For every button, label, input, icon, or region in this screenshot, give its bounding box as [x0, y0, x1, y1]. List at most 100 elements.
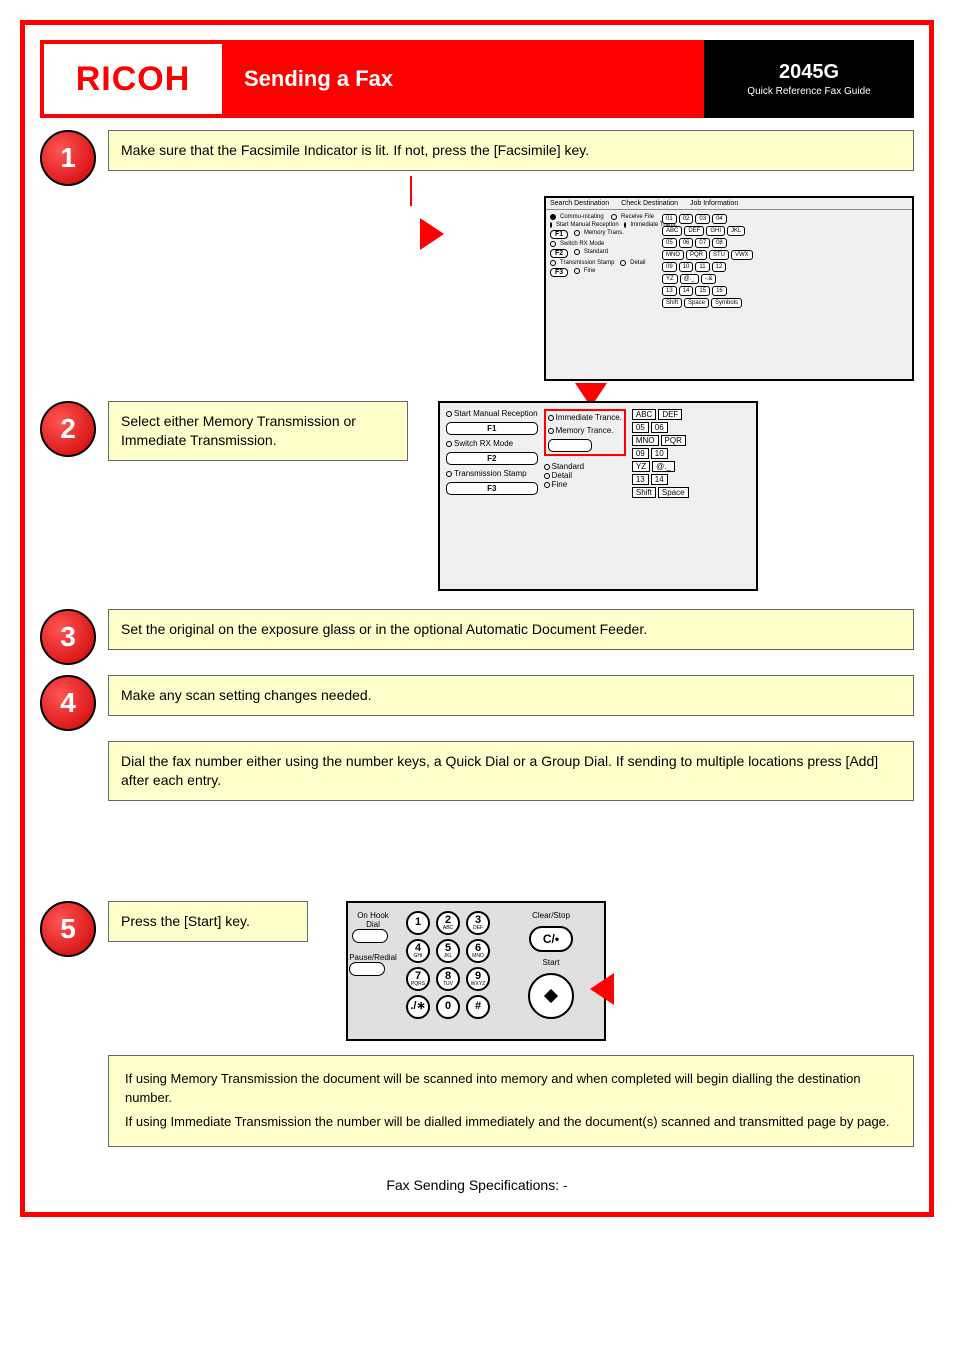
- arrow-left-icon: [590, 973, 614, 1005]
- step-5-row: 5 Press the [Start] key. On Hook Dial Pa…: [40, 901, 914, 1041]
- spec-heading: Fax Sending Specifications: -: [40, 1177, 914, 1197]
- memory-trans-label: Memory Trans.: [584, 230, 624, 239]
- start-label: Start: [543, 958, 560, 967]
- model-number: 2045G: [779, 61, 839, 84]
- numkey-9[interactable]: 9WXYZ: [466, 967, 490, 991]
- brand-logo: RICOH: [40, 40, 226, 118]
- tab-ghi[interactable]: GHI: [706, 226, 725, 236]
- detail-label2[interactable]: Detail: [552, 471, 572, 480]
- numkey-8[interactable]: 8TUV: [436, 967, 460, 991]
- receive-file-label: Receive File: [621, 214, 654, 220]
- job-info-label: Job Information: [690, 200, 738, 207]
- page-frame: RICOH Sending a Fax 2045G Quick Referenc…: [20, 20, 934, 1217]
- numkey-4[interactable]: 4GHI: [406, 939, 430, 963]
- f3-key2[interactable]: F3: [446, 482, 538, 495]
- step-3-row: 3 Set the original on the exposure glass…: [40, 609, 914, 665]
- pause-button[interactable]: [349, 962, 385, 976]
- tab-yz2[interactable]: YZ: [632, 461, 650, 472]
- step-5-text: Press the [Start] key.: [108, 901, 308, 942]
- numkey-6[interactable]: 6MNO: [466, 939, 490, 963]
- tab-jkl[interactable]: JKL: [727, 226, 745, 236]
- detail-label: Detail: [630, 260, 645, 266]
- trans-mode-highlight: Immediate Trance. Memory Trance.: [544, 409, 626, 456]
- tab-abc2[interactable]: ABC: [632, 409, 656, 420]
- tab-at2[interactable]: @._: [652, 461, 675, 472]
- screenshot-1-row: Search Destination Check Destination Job…: [40, 196, 914, 381]
- onhook-button[interactable]: [352, 929, 388, 943]
- fax-trans-mode-screen: Start Manual Reception F1 Switch RX Mode…: [438, 401, 758, 591]
- fax-main-screen: Search Destination Check Destination Job…: [544, 196, 914, 381]
- step-2-row: 2 Select either Memory Transmission or I…: [40, 401, 914, 591]
- step-4-text: Make any scan setting changes needed.: [108, 675, 914, 716]
- communicating-label: Commu-nicating: [560, 214, 604, 220]
- numkey-2[interactable]: 2ABC: [436, 911, 460, 935]
- f1-key2[interactable]: F1: [446, 422, 538, 435]
- step-4a-row: Dial the fax number either using the num…: [40, 741, 914, 801]
- header: RICOH Sending a Fax 2045G Quick Referenc…: [40, 40, 914, 118]
- tab-mno[interactable]: MNO: [662, 250, 684, 260]
- numkey-hash[interactable]: #: [466, 995, 490, 1019]
- space-key[interactable]: Space: [684, 298, 709, 308]
- space-key2[interactable]: Space: [658, 487, 689, 498]
- f2-key2[interactable]: F2: [446, 452, 538, 465]
- step-4-row: 4 Make any scan setting changes needed.: [40, 675, 914, 731]
- brand-text: RICOH: [76, 60, 191, 99]
- onhook-label: On Hook Dial: [352, 911, 394, 929]
- pause-label: Pause/Redial: [349, 953, 397, 962]
- model-box: 2045G Quick Reference Fax Guide: [704, 40, 914, 118]
- fine-label: Fine: [584, 268, 596, 277]
- fine-label2[interactable]: Fine: [552, 480, 568, 489]
- step-5-number: 5: [40, 901, 96, 957]
- shift-key[interactable]: Shift: [662, 298, 682, 308]
- step-1-number: 1: [40, 130, 96, 186]
- numkey-1[interactable]: 1: [406, 911, 430, 935]
- start-manual-label: Start Manual Reception: [556, 222, 619, 228]
- clear-button[interactable]: C/•: [529, 926, 573, 952]
- switch-rx-label2: Switch RX Mode: [454, 439, 513, 448]
- symbols-key[interactable]: Symbols: [711, 298, 742, 308]
- tab-stu[interactable]: STU: [709, 250, 729, 260]
- f3-key[interactable]: F3: [550, 268, 568, 277]
- tab-at[interactable]: @._: [680, 274, 699, 284]
- clear-label: Clear/Stop: [532, 911, 570, 920]
- shift-key2[interactable]: Shift: [632, 487, 656, 498]
- tab-yz[interactable]: YZ: [662, 274, 678, 284]
- immediate-trance-label[interactable]: Immediate Trance.: [556, 413, 622, 422]
- title-bar: Sending a Fax: [226, 40, 704, 118]
- numkey-5[interactable]: 5JKL: [436, 939, 460, 963]
- start-button[interactable]: [528, 973, 574, 1019]
- note-line-1: If using Memory Transmission the documen…: [125, 1070, 897, 1108]
- step-2-text: Select either Memory Transmission or Imm…: [108, 401, 408, 461]
- numkey-0[interactable]: 0: [436, 995, 460, 1019]
- note-box: If using Memory Transmission the documen…: [108, 1055, 914, 1148]
- step-1-row: 1 Make sure that the Facsimile Indicator…: [40, 130, 914, 186]
- memory-trance-label[interactable]: Memory Trance.: [556, 426, 614, 435]
- numkey-star[interactable]: ./∗: [406, 995, 430, 1019]
- trans-stamp-label2: Transmission Stamp: [454, 469, 527, 478]
- step-4-number: 4: [40, 675, 96, 731]
- standard-label2[interactable]: Standard: [552, 462, 584, 471]
- step-3-text: Set the original on the exposure glass o…: [108, 609, 914, 650]
- tab-abc[interactable]: ABC: [662, 226, 682, 236]
- tab-pqr[interactable]: PQR: [686, 250, 707, 260]
- standard-label: Standard: [584, 249, 608, 258]
- numkey-3[interactable]: 3DEF: [466, 911, 490, 935]
- start-manual-label2: Start Manual Reception: [454, 409, 538, 418]
- search-dest-label: Search Destination: [550, 200, 609, 207]
- tab-dash[interactable]: -.&: [701, 274, 717, 284]
- tab-vwx[interactable]: VWX: [731, 250, 753, 260]
- f2-key[interactable]: F2: [550, 249, 568, 258]
- step-3-number: 3: [40, 609, 96, 665]
- keypad-panel: On Hook Dial Pause/Redial 1 2ABC 3DEF 4G…: [346, 901, 606, 1041]
- numkey-7[interactable]: 7PQRS: [406, 967, 430, 991]
- guide-subtitle: Quick Reference Fax Guide: [747, 86, 870, 97]
- trans-stamp-label: Transmission Stamp: [560, 260, 614, 266]
- tab-def2[interactable]: DEF: [658, 409, 682, 420]
- tab-def[interactable]: DEF: [684, 226, 704, 236]
- step-2-number: 2: [40, 401, 96, 457]
- tab-mno2[interactable]: MNO: [632, 435, 659, 446]
- note-line-2: If using Immediate Transmission the numb…: [125, 1113, 897, 1132]
- tab-pqr2[interactable]: PQR: [661, 435, 686, 446]
- f1-key[interactable]: F1: [550, 230, 568, 239]
- arrow-right-icon: [420, 218, 444, 250]
